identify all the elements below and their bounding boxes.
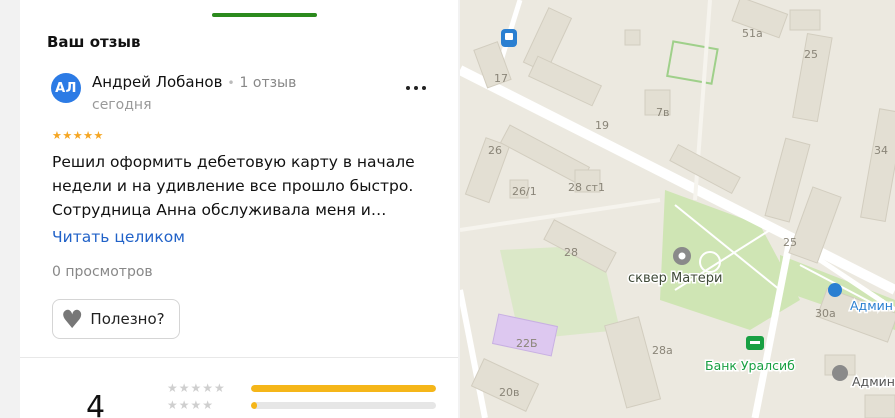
map[interactable]: 17 19 7в 51а 25 26 26/1 28 ст1 34 28 25 … <box>460 0 895 418</box>
row-stars: ★★★★★ <box>167 381 226 395</box>
author-name[interactable]: Андрей Лобанов <box>92 73 222 91</box>
bank-icon-glyph <box>750 341 760 344</box>
divider <box>20 357 458 358</box>
rating-bar <box>251 402 436 409</box>
house-number: 30а <box>815 307 836 320</box>
section-title: Ваш отзыв <box>47 33 141 51</box>
star-rating: ★★★★★ <box>52 129 104 142</box>
bus-stop-icon-glyph <box>505 33 513 40</box>
review-panel: Ваш отзыв АЛ Андрей Лобанов • 1 отзыв сего… <box>0 0 460 418</box>
views-count: 0 просмотров <box>52 264 153 280</box>
park-label[interactable]: сквер Матери <box>627 270 725 288</box>
house-number: 22Б <box>516 337 538 350</box>
house-number: 28 ст1 <box>568 181 605 194</box>
house-number: 26 <box>488 144 502 157</box>
house-number: 7в <box>656 106 669 119</box>
house-number: 19 <box>595 119 609 132</box>
useful-button[interactable]: ♥ Полезно? <box>52 299 180 339</box>
review-count: 1 отзыв <box>239 75 297 91</box>
house-number: 34 <box>874 144 888 157</box>
review-date: сегодня <box>92 97 152 113</box>
admin-label[interactable]: Админи <box>851 373 895 391</box>
house-number: 51а <box>742 27 763 40</box>
dot-icon <box>406 86 410 90</box>
row-stars: ★★★★ <box>167 398 215 412</box>
avatar[interactable]: АЛ <box>51 73 81 103</box>
separator-dot: • <box>227 76 235 90</box>
admin-marker-icon[interactable] <box>828 283 842 297</box>
read-more-link[interactable]: Читать целиком <box>52 228 185 246</box>
useful-label: Полезно? <box>90 310 165 328</box>
more-options-button[interactable] <box>403 78 429 98</box>
admin-marker-icon[interactable] <box>832 365 848 381</box>
author-line: Андрей Лобанов • 1 отзыв <box>92 73 296 91</box>
rating-bar-fill <box>251 385 436 392</box>
house-number: 28 <box>564 246 578 259</box>
review-text: Решил оформить дебетовую карту в начале … <box>52 153 415 219</box>
house-number: 25 <box>783 236 797 249</box>
rating-bar-fill <box>251 402 257 409</box>
house-number: 20в <box>499 386 519 399</box>
bank-label[interactable]: Банк Уралсиб <box>704 357 797 375</box>
rating-bar <box>251 385 436 392</box>
dot-icon <box>422 86 426 90</box>
admin-label[interactable]: Админ <box>849 297 895 315</box>
house-number: 26/1 <box>512 185 537 198</box>
heart-icon: ♥ <box>61 304 84 334</box>
park-marker-dot <box>678 252 686 260</box>
house-number: 17 <box>494 72 508 85</box>
active-tab-indicator <box>212 13 317 17</box>
map-canvas[interactable]: 17 19 7в 51а 25 26 26/1 28 ст1 34 28 25 … <box>460 0 895 418</box>
house-number: 25 <box>804 48 818 61</box>
house-number: 28а <box>652 344 673 357</box>
average-rating: 4 <box>86 390 106 418</box>
dot-icon <box>414 86 418 90</box>
